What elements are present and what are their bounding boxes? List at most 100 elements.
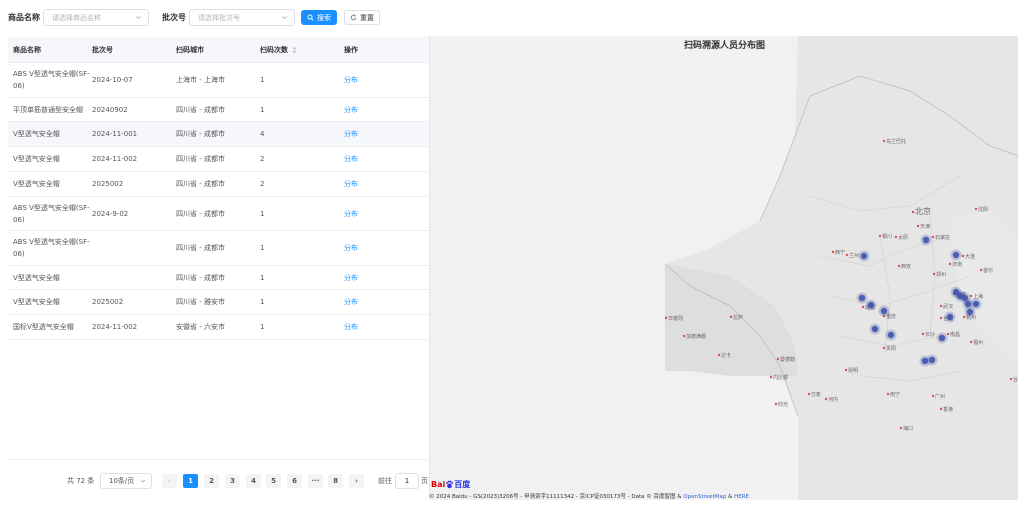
distribution-link[interactable]: 分布 <box>344 74 429 86</box>
scan-marker[interactable] <box>966 308 974 316</box>
total-count: 共 72 条 <box>67 477 95 485</box>
scan-marker[interactable] <box>952 251 960 259</box>
scan-marker[interactable] <box>922 236 930 244</box>
table-header: 商品名称 批次号 扫码城市 扫码次数 操作 <box>8 37 429 63</box>
cell-city: 四川省 - 成都市 <box>176 273 225 282</box>
sort-icon[interactable] <box>292 45 297 54</box>
search-button[interactable]: 搜索 <box>301 10 337 25</box>
map-canvas[interactable]: 乌兰巴托北京天津石家庄太原银川兰州西宁西安郑州济南武汉南京上海杭州合肥重庆成都长… <box>430 36 1018 500</box>
distribution-link[interactable]: 分布 <box>344 242 429 254</box>
page-button-4[interactable]: 4 <box>246 474 261 488</box>
page-button-2[interactable]: 2 <box>204 474 219 488</box>
map-city-label: 广州 <box>935 393 945 400</box>
baidu-paw-icon <box>446 480 454 489</box>
scan-marker[interactable] <box>928 356 936 364</box>
cell-city: 四川省 - 成都市 <box>176 209 225 218</box>
goto-page-input[interactable]: 1 <box>395 473 419 489</box>
map-city-label: 内比都 <box>773 374 788 381</box>
map-city-dot <box>961 254 965 258</box>
map-city-dot <box>899 426 903 430</box>
distribution-link[interactable]: 分布 <box>344 153 429 165</box>
map-city-dot <box>774 402 778 406</box>
cell-product: 平顶单筋普通型安全帽 <box>13 105 83 114</box>
scan-marker[interactable] <box>871 325 879 333</box>
distribution-link[interactable]: 分布 <box>344 321 429 333</box>
distribution-link[interactable]: 分布 <box>344 104 429 116</box>
scan-distribution-map[interactable]: 乌兰巴托北京天津石家庄太原银川兰州西宁西安郑州济南武汉南京上海杭州合肥重庆成都长… <box>429 36 1018 500</box>
osm-link[interactable]: OpenStreetMap <box>683 494 726 500</box>
batch-select[interactable] <box>189 9 295 26</box>
map-city-dot <box>861 305 865 309</box>
map-city-label: 北京 <box>915 206 931 216</box>
baidu-logo-cn: 百度 <box>454 480 471 489</box>
scan-marker[interactable] <box>860 252 868 260</box>
map-city-dot <box>921 332 925 336</box>
scan-marker[interactable] <box>867 301 875 309</box>
here-link[interactable]: HERE <box>734 494 749 500</box>
next-page-button[interactable]: › <box>349 474 364 488</box>
column-header-scan-count[interactable]: 扫码次数 <box>260 45 344 55</box>
map-city-dot <box>931 394 935 398</box>
map-city-label: 加德满都 <box>686 333 706 340</box>
cell-city: 安徽省 - 六安市 <box>176 323 225 331</box>
cell-product: ABS V型透气安全帽(SF-06) <box>13 70 90 90</box>
product-select-input[interactable] <box>44 10 148 25</box>
distribution-link[interactable]: 分布 <box>344 296 429 308</box>
column-header-city: 扫码城市 <box>176 45 204 54</box>
scan-marker[interactable] <box>964 300 972 308</box>
cell-batch: 2024-11-002 <box>92 155 138 163</box>
goto-label: 前往 <box>378 477 392 485</box>
distribution-link[interactable]: 分布 <box>344 178 429 190</box>
map-city-label: 福州 <box>973 339 983 346</box>
cell-product: 国标V型透气安全帽 <box>13 323 74 331</box>
prev-page-button[interactable]: ‹ <box>162 474 177 488</box>
page-button-1[interactable]: 1 <box>183 474 198 488</box>
cell-city: 四川省 - 雅安市 <box>176 298 225 306</box>
cell-scan-count: 1 <box>260 105 265 114</box>
product-select[interactable] <box>43 9 149 26</box>
map-city-dot <box>769 375 773 379</box>
cell-city: 四川省 - 成都市 <box>176 244 225 252</box>
batch-select-input[interactable] <box>190 10 294 25</box>
column-header-batch: 批次号 <box>92 45 113 54</box>
scan-marker[interactable] <box>972 300 980 308</box>
page-button-6[interactable]: 6 <box>287 474 302 488</box>
cell-batch: 20240902 <box>92 105 128 114</box>
product-filter-label: 商品名称 <box>8 13 40 22</box>
page-button-8[interactable]: 8 <box>328 474 343 488</box>
scan-marker[interactable] <box>858 294 866 302</box>
map-city-dot <box>882 139 886 143</box>
page-button-5[interactable]: 5 <box>266 474 281 488</box>
page-button-3[interactable]: 3 <box>225 474 240 488</box>
distribution-link[interactable]: 分布 <box>344 272 429 284</box>
map-city-dot <box>894 235 898 239</box>
cell-product: V型透气安全帽 <box>13 130 60 138</box>
map-city-label: 郑州 <box>936 271 946 278</box>
distribution-link[interactable]: 分布 <box>344 128 429 140</box>
column-header-action: 操作 <box>344 45 358 54</box>
cell-scan-count: 1 <box>260 273 265 282</box>
map-city-dot <box>824 397 828 401</box>
map-city-label: 万象 <box>811 391 821 398</box>
map-city-dot <box>979 268 983 272</box>
scan-marker[interactable] <box>880 307 888 315</box>
map-city-dot <box>807 392 811 396</box>
distribution-link[interactable]: 分布 <box>344 208 429 220</box>
table-row: V型透气安全帽 2025002 四川省 - 雅安市 1 分布 <box>8 290 429 315</box>
cell-scan-count: 2 <box>260 155 265 163</box>
reset-button[interactable]: 重置 <box>344 10 380 25</box>
cell-scan-count: 1 <box>260 298 265 306</box>
map-city-label: 海口 <box>903 425 913 432</box>
cell-product: V型透气安全帽 <box>13 298 60 306</box>
scan-marker[interactable] <box>946 313 954 321</box>
map-city-dot <box>844 368 848 372</box>
page-ellipsis-button[interactable]: ··· <box>308 474 323 488</box>
page-size-select[interactable]: 10条/页 <box>100 473 152 489</box>
scan-marker[interactable] <box>887 331 895 339</box>
chevron-down-icon <box>136 16 141 20</box>
scan-marker[interactable] <box>938 334 946 342</box>
map-city-label: 日喀则 <box>668 315 683 322</box>
map-city-dot <box>932 272 936 276</box>
cell-product: ABS V型透气安全帽(SF-06) <box>13 238 90 258</box>
refresh-icon <box>350 14 357 21</box>
